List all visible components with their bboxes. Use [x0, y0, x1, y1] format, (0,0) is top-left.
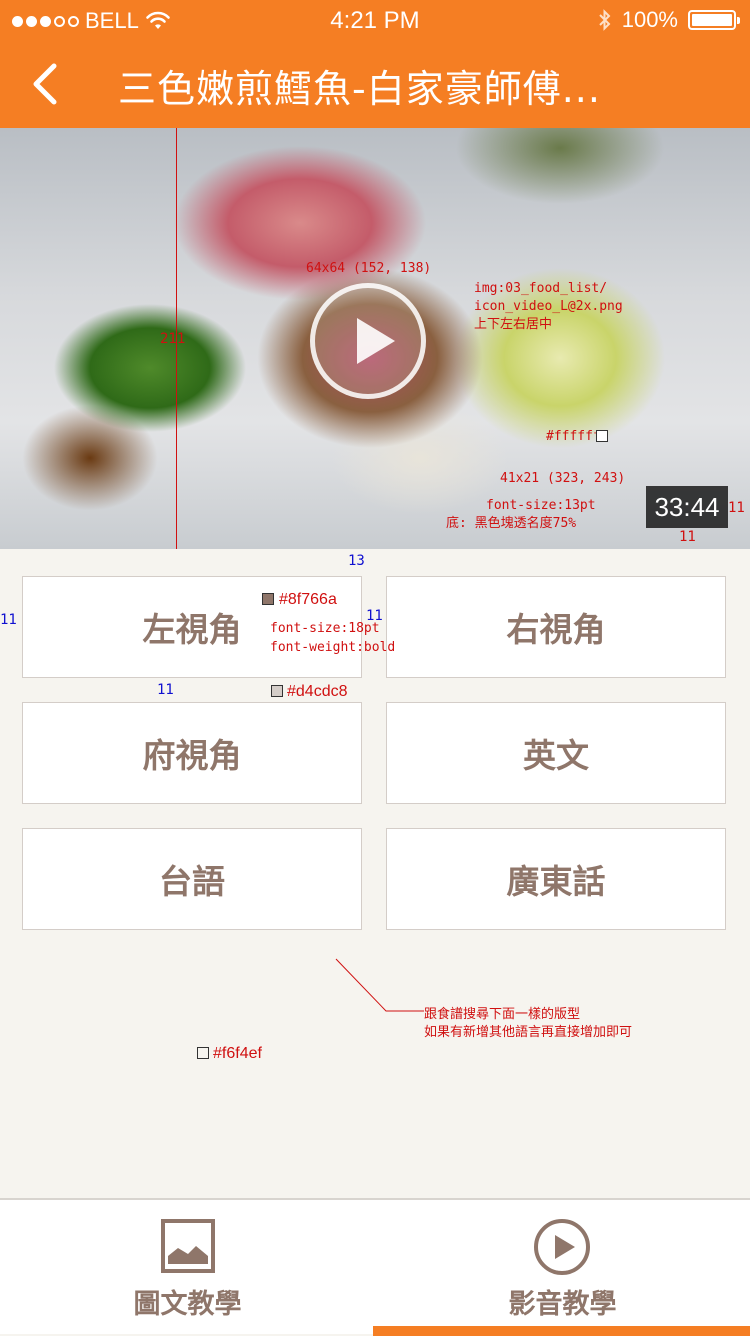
annotation-note-1: 跟食譜搜尋下面一樣的版型: [424, 1007, 581, 1022]
tab-label: 圖文教學: [133, 1289, 242, 1320]
active-tab-indicator: [373, 1326, 750, 1336]
option-top-view-button[interactable]: 府視角: [22, 702, 362, 804]
option-taiwanese-button[interactable]: 台語: [22, 828, 362, 930]
annotation-white: #ffffff: [546, 429, 601, 444]
annotation-play-img-2: icon_video_L@2x.png: [474, 299, 623, 314]
annotation-duration-size: 41x21 (323, 243): [500, 471, 626, 486]
swatch-bg-color: [197, 1047, 209, 1059]
annotation-text-color: #8f766a: [279, 591, 337, 608]
swatch-text-color: [262, 593, 274, 605]
video-thumbnail[interactable]: 33:44: [0, 128, 750, 549]
video-duration: 33:44: [646, 486, 728, 528]
annotation-play-size: 64x64 (152, 138): [306, 261, 432, 276]
annotation-right-margin: 11: [728, 500, 745, 516]
play-circle-icon: [534, 1219, 590, 1275]
battery-percent: 100%: [621, 7, 678, 32]
tab-bar: 圖文教學 影音教學: [0, 1198, 750, 1336]
status-right: 100%: [598, 7, 740, 33]
tab-label: 影音教學: [508, 1289, 617, 1320]
image-icon: [161, 1219, 215, 1273]
battery-icon: [688, 10, 740, 30]
status-bar: BELL 4:21 PM 100%: [0, 0, 750, 40]
annotation-duration-bg: 底: 黑色塊透名度75%: [446, 516, 577, 531]
tab-video[interactable]: 影音教學: [375, 1200, 750, 1334]
play-video-button[interactable]: [310, 283, 426, 399]
annotation-arrow: [335, 958, 424, 1012]
option-english-button[interactable]: 英文: [386, 702, 726, 804]
annotation-font-size: font-size:18pt: [270, 621, 380, 636]
bluetooth-icon: [599, 9, 611, 31]
annotation-duration-font: font-size:13pt: [486, 498, 596, 513]
annotation-note-2: 如果有新增其他語言再直接增加即可: [424, 1025, 633, 1040]
annotation-play-img-3: 上下左右居中: [474, 317, 553, 332]
annotation-bottom-margin: 11: [679, 529, 696, 545]
chevron-left-icon: [33, 63, 57, 105]
annotation-bg-color: #f6f4ef: [213, 1045, 262, 1062]
annotation-font-weight: font-weight:bold: [270, 640, 396, 655]
annotation-top-gap: 13: [348, 553, 365, 569]
option-right-view-button[interactable]: 右視角: [386, 576, 726, 678]
swatch-white: [596, 430, 608, 442]
nav-bar: 三色嫩煎鱈魚-白家豪師傅...: [0, 40, 750, 128]
annotation-left-margin: 11: [0, 612, 17, 628]
annotation-border-color: #d4cdc8: [287, 683, 348, 700]
annotation-play-img-1: img:03_food_list/: [474, 281, 608, 296]
back-button[interactable]: [22, 54, 82, 114]
tab-image-text[interactable]: 圖文教學: [0, 1200, 375, 1334]
annotation-hero-height: 211: [160, 331, 186, 347]
page-title: 三色嫩煎鱈魚-白家豪師傅...: [118, 67, 601, 111]
option-cantonese-button[interactable]: 廣東話: [386, 828, 726, 930]
annotation-row-gap: 11: [157, 682, 174, 698]
swatch-border-color: [271, 685, 283, 697]
